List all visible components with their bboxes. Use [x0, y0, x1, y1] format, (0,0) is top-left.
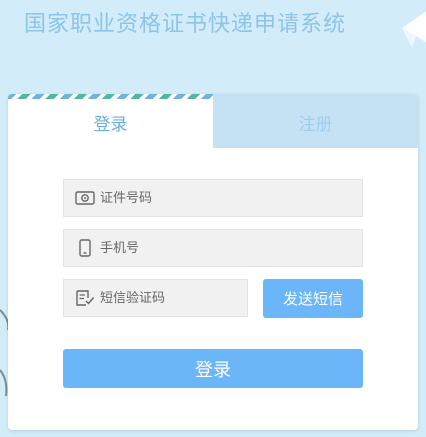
login-card: 登录 注册 证件号码 手机号 短信验证码 发送短信 登录 [8, 94, 418, 430]
id-number-field[interactable] [63, 179, 363, 217]
tab-bar: 登录 注册 [8, 94, 418, 148]
id-number-input[interactable] [100, 190, 320, 206]
sms-code-field[interactable] [63, 279, 248, 317]
tab-login-label: 登录 [93, 115, 128, 135]
paper-plane-icon [402, 11, 426, 48]
id-card-icon [75, 189, 95, 207]
login-button[interactable]: 登录 [63, 349, 363, 388]
sms-code-icon [75, 289, 95, 307]
phone-input[interactable] [100, 240, 320, 256]
tab-register[interactable]: 注册 [213, 94, 418, 148]
mobile-phone-icon [75, 239, 95, 257]
tab-register-label: 注册 [298, 115, 333, 135]
page-title: 国家职业资格证书快递申请系统 [24, 12, 347, 37]
tab-login[interactable]: 登录 [8, 94, 213, 148]
sms-code-input[interactable] [100, 290, 230, 306]
phone-field[interactable] [63, 229, 363, 267]
send-sms-button[interactable]: 发送短信 [263, 279, 363, 318]
airmail-stripe [8, 94, 213, 99]
